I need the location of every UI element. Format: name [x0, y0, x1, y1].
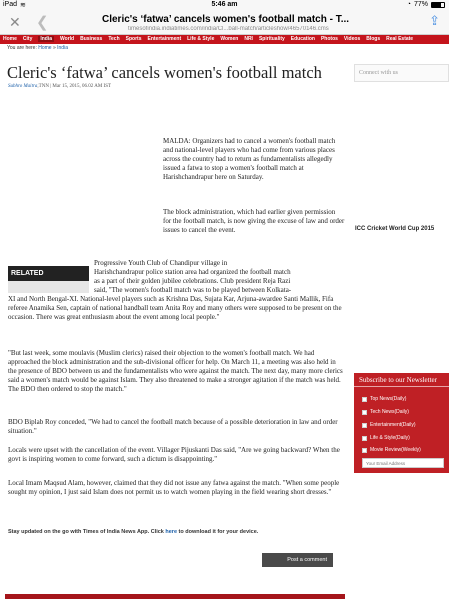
post-comment-button[interactable]: Post a comment: [262, 553, 333, 567]
paragraph-moulavis: "But last week, some moulavis (Muslim cl…: [8, 349, 343, 393]
breadcrumb-home-link[interactable]: Home: [38, 45, 51, 51]
url-field[interactable]: timesofindia.indiatimes.com/india/Cl...b…: [128, 26, 348, 32]
checkbox[interactable]: [362, 409, 367, 415]
breadcrumb-current-link[interactable]: India: [57, 45, 68, 51]
status-bar: iPad ≋ 5:46 am ◔ 77%: [0, 0, 449, 10]
app-download-link[interactable]: here: [165, 529, 177, 535]
back-arrow-icon[interactable]: ❮: [36, 13, 49, 31]
nav-item-sports[interactable]: Sports: [126, 36, 142, 42]
bottom-section-bar: [5, 594, 345, 599]
newsletter-panel: Subscribe to our Newsletter Top News(Dai…: [354, 373, 449, 473]
paragraph-malda: MALDA: Organizers had to cancel a women'…: [163, 137, 336, 181]
newsletter-option[interactable]: Top News(Daily): [362, 394, 406, 404]
nav-item-india[interactable]: India: [38, 36, 55, 42]
nav-item-real-estate[interactable]: Real Estate: [386, 36, 413, 42]
paragraph-progressive: Progressive Youth Club of Chandipur vill…: [8, 259, 344, 322]
nav-item-world[interactable]: World: [60, 36, 74, 42]
share-icon[interactable]: ⇪: [429, 13, 440, 29]
page-title-bar[interactable]: Cleric's ‘fatwa’ cancels women's footbal…: [102, 14, 368, 25]
nav-item-education[interactable]: Education: [291, 36, 315, 42]
checkbox[interactable]: [362, 435, 367, 441]
battery-icon: [431, 1, 445, 8]
paragraph-progressive-line-1: Progressive Youth Club of Chandipur vill…: [94, 259, 228, 267]
close-icon[interactable]: ✕: [9, 14, 21, 31]
paragraph-progressive-line-3: as a part of their golden jubilee celebr…: [94, 277, 291, 285]
paragraph-progressive-line-2: Harishchandrapur police station area had…: [94, 268, 291, 276]
breadcrumb: You are here: Home » India: [7, 45, 68, 51]
nav-item-life-style[interactable]: Life & Style: [187, 36, 214, 42]
newsletter-option[interactable]: Entertainment(Daily): [362, 420, 416, 430]
newsletter-option-label: Entertainment(Daily): [370, 422, 416, 428]
newsletter-email-input[interactable]: [362, 458, 444, 468]
nav-item-entertainment[interactable]: Entertainment: [148, 36, 182, 42]
icc-cricket-heading[interactable]: ICC Cricket World Cup 2015: [355, 226, 449, 232]
app-promo-prefix: Stay updated on the go with Times of Ind…: [8, 529, 164, 535]
paragraph-bdo: BDO Biplab Roy conceded, "We had to canc…: [8, 418, 338, 435]
site-nav: Home City India World Business Tech Sports Ente…: [0, 35, 449, 44]
paragraph-progressive-rest: XI and North Bengal-XI. National-level p…: [8, 295, 342, 321]
checkbox[interactable]: [362, 447, 367, 453]
paragraph-block-admin: The block administration, which had earl…: [163, 208, 345, 234]
nav-item-home[interactable]: Home: [3, 36, 17, 42]
nav-item-spirituality[interactable]: Spirituality: [259, 36, 285, 42]
article-headline: Cleric's ‘fatwa’ cancels women's footbal…: [7, 63, 322, 82]
nav-item-city[interactable]: City: [23, 36, 32, 42]
app-promo: Stay updated on the go with Times of Ind…: [8, 529, 344, 535]
app-promo-suffix: to download it for your device.: [178, 529, 259, 535]
newsletter-option-label: Movie Review(Weekly): [370, 447, 421, 453]
status-right: ◔ 77%: [407, 1, 445, 8]
paragraph-locals: Locals were upset with the cancellation …: [8, 446, 340, 463]
byline-date: ,TNN | Mar 15, 2015, 06.02 AM IST: [37, 84, 112, 89]
checkbox[interactable]: [362, 396, 367, 402]
nav-item-nri[interactable]: NRI: [244, 36, 253, 42]
newsletter-option-label: Life & Style(Daily): [370, 435, 410, 441]
newsletter-option[interactable]: Life & Style(Daily): [362, 433, 410, 443]
nav-item-women[interactable]: Women: [220, 36, 238, 42]
author-link[interactable]: Subhro Maitra: [8, 84, 37, 89]
battery-percent: 77%: [413, 1, 428, 8]
byline: Subhro Maitra,TNN | Mar 15, 2015, 06.02 …: [8, 84, 111, 89]
checkbox[interactable]: [362, 422, 367, 428]
paragraph-imam: Local Imam Maqsud Alam, however, claimed…: [8, 479, 340, 496]
lock-icon: ◔: [406, 1, 411, 8]
nav-item-videos[interactable]: Videos: [344, 36, 360, 42]
newsletter-option-label: Tech News(Daily): [370, 409, 409, 415]
breadcrumb-separator: »: [52, 45, 56, 51]
browser-bar: ✕ ❮ Cleric's ‘fatwa’ cancels women's foo…: [0, 10, 449, 35]
paragraph-progressive-line-4: said, "The women's football match was to…: [94, 286, 292, 294]
connect-with-us: Connect with us: [354, 64, 449, 82]
newsletter-option[interactable]: Tech News(Daily): [362, 407, 409, 417]
nav-item-tech[interactable]: Tech: [108, 36, 119, 42]
clock: 5:46 am: [211, 1, 238, 8]
newsletter-option[interactable]: Movie Review(Weekly): [362, 445, 421, 455]
newsletter-title: Subscribe to our Newsletter: [354, 373, 449, 387]
nav-item-photos[interactable]: Photos: [321, 36, 338, 42]
newsletter-option-label: Top News(Daily): [370, 396, 407, 402]
battery-fill: [432, 2, 442, 7]
nav-item-business[interactable]: Business: [80, 36, 102, 42]
nav-item-blogs[interactable]: Blogs: [366, 36, 380, 42]
breadcrumb-prefix: You are here:: [7, 45, 37, 51]
